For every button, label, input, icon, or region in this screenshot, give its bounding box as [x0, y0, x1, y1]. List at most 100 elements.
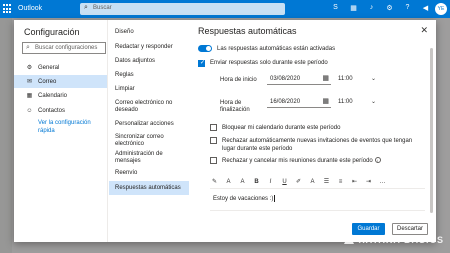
- pane-scrollbar[interactable]: [430, 48, 433, 213]
- search-icon: ⌕: [84, 4, 88, 11]
- submenu-item-layout[interactable]: Diseño: [109, 29, 189, 36]
- mail-icon: ✉: [26, 79, 33, 85]
- submenu-item-junk[interactable]: Correo electrónico no deseado: [109, 100, 181, 114]
- cancel-meetings-checkbox[interactable]: [210, 157, 217, 164]
- megaphone-icon[interactable]: ◀: [421, 4, 430, 12]
- font-color-icon[interactable]: A: [308, 179, 317, 185]
- auto-replies-toggle-label: Las respuestas automáticas están activad…: [217, 45, 336, 52]
- period-checkbox[interactable]: [198, 59, 205, 67]
- block-calendar-label: Bloquear mi calendario durante este perí…: [222, 125, 341, 131]
- settings-search-input[interactable]: ⌕ Buscar configuraciones: [22, 42, 106, 54]
- header-actions: S ▦ ♪ ⚙ ? ◀: [331, 4, 430, 12]
- numbering-icon[interactable]: ≡: [336, 179, 345, 185]
- app-header: Outlook ⌕ Buscar S ▦ ♪ ⚙ ? ◀ YE: [0, 0, 450, 18]
- submenu-item-sweep[interactable]: Limpiar: [109, 86, 189, 93]
- cancel-meetings-row: Rechazar y cancelar mis reuniones durant…: [210, 157, 427, 165]
- start-time-value: 11:00: [338, 76, 353, 82]
- nav-item-calendar[interactable]: ▦ Calendario: [14, 89, 107, 102]
- decrease-indent-icon[interactable]: ⇤: [350, 178, 359, 185]
- submenu-item-automatic-replies[interactable]: Respuestas automáticas: [109, 181, 189, 195]
- skype-icon[interactable]: S: [331, 4, 340, 12]
- watermark: XATAKA BASICS: [342, 234, 444, 246]
- auto-replies-toggle-row: Las respuestas automáticas están activad…: [198, 45, 335, 52]
- decline-invites-row: Rechazar automáticamente nuevas invitaci…: [210, 137, 427, 153]
- end-date-field[interactable]: 16/08/2020 ▦: [267, 96, 331, 108]
- underline-icon[interactable]: U: [280, 179, 289, 185]
- decline-invites-label: Rechazar automáticamente nuevas invitaci…: [222, 138, 413, 152]
- more-options-icon[interactable]: …: [378, 179, 387, 185]
- start-date-value: 03/08/2020: [270, 76, 301, 82]
- mail-submenu: Diseño Redactar y responder Datos adjunt…: [109, 20, 189, 242]
- text-caret: [274, 195, 276, 202]
- end-time-dropdown[interactable]: 11:00 ⌄: [336, 96, 376, 108]
- format-toolbar: ✎ A A B I U ✐ A ☰ ≡ ⇤ ⇥ …: [210, 175, 425, 189]
- submenu-item-sync[interactable]: Sincronizar correo electrónico: [109, 134, 179, 148]
- watermark-text: XATAKA BASICS: [358, 235, 444, 245]
- nav-item-mail[interactable]: ✉ Correo: [14, 75, 107, 88]
- font-size-icon[interactable]: A: [238, 179, 247, 185]
- people-icon: ☺: [26, 107, 33, 114]
- avatar[interactable]: YE: [435, 3, 447, 15]
- calendar-icon[interactable]: ▦: [322, 74, 329, 82]
- quick-settings-link[interactable]: Ver la configuración rápida: [38, 119, 104, 135]
- auto-replies-toggle[interactable]: [198, 45, 212, 52]
- increase-indent-icon[interactable]: ⇥: [364, 178, 373, 185]
- cancel-meetings-label: Rechazar y cancelar mis reuniones durant…: [222, 157, 427, 165]
- bell-icon[interactable]: ♪: [367, 4, 376, 12]
- info-icon[interactable]: i: [374, 157, 381, 163]
- nav-item-label: Calendario: [38, 92, 68, 99]
- end-time-value: 11:00: [338, 99, 353, 105]
- submenu-item-attachments[interactable]: Datos adjuntos: [109, 58, 189, 65]
- settings-nav: Configuración ⌕ Buscar configuraciones ⚙…: [14, 20, 108, 242]
- start-time-label: Hora de inicio: [220, 77, 257, 83]
- block-calendar-checkbox[interactable]: [210, 124, 217, 131]
- nav-item-contacts[interactable]: ☺ Contactos: [14, 104, 107, 117]
- nav-item-label: General: [38, 64, 60, 71]
- chevron-down-icon: ⌄: [370, 76, 376, 82]
- start-time-dropdown[interactable]: 11:00 ⌄: [336, 73, 376, 85]
- submenu-item-customize-actions[interactable]: Personalizar acciones: [109, 121, 189, 128]
- close-icon[interactable]: ✕: [420, 25, 428, 36]
- cancel-meetings-text: Rechazar y cancelar mis reuniones durant…: [222, 158, 373, 164]
- end-date-value: 16/08/2020: [270, 99, 301, 105]
- nav-item-label: Correo: [38, 78, 57, 85]
- calendar-icon: ▦: [26, 93, 33, 99]
- bullets-icon[interactable]: ☰: [322, 178, 331, 185]
- highlight-icon[interactable]: ✐: [294, 178, 303, 185]
- format-painter-icon[interactable]: ✎: [210, 178, 219, 185]
- submenu-item-forwarding[interactable]: Reenvío: [109, 170, 189, 177]
- calendar-icon[interactable]: ▦: [322, 97, 329, 105]
- settings-dialog: Configuración ⌕ Buscar configuraciones ⚙…: [14, 20, 436, 242]
- nav-item-label: Contactos: [38, 107, 66, 114]
- decline-invites-checkbox[interactable]: [210, 137, 217, 144]
- global-search-placeholder: Buscar: [93, 5, 112, 11]
- submenu-item-compose[interactable]: Redactar y responder: [109, 44, 189, 51]
- automatic-replies-pane: Respuestas automáticas ✕ Las respuestas …: [190, 20, 436, 242]
- period-checkbox-row: Enviar respuestas solo durante este perí…: [198, 59, 328, 67]
- nav-item-general[interactable]: ⚙ General: [14, 61, 107, 74]
- app-launcher-icon[interactable]: [3, 4, 13, 14]
- block-calendar-row: Bloquear mi calendario durante este perí…: [210, 124, 427, 132]
- italic-icon[interactable]: I: [266, 179, 275, 185]
- gear-icon[interactable]: ⚙: [385, 4, 394, 12]
- global-search-input[interactable]: ⌕ Buscar: [80, 3, 285, 15]
- font-icon[interactable]: A: [224, 179, 233, 185]
- message-text: Estoy de vacaciones :): [213, 196, 274, 203]
- settings-title: Configuración: [24, 27, 80, 37]
- help-icon[interactable]: ?: [403, 4, 412, 12]
- message-editor[interactable]: Estoy de vacaciones :): [210, 189, 425, 211]
- app-name[interactable]: Outlook: [18, 5, 42, 12]
- end-time-label: Hora de finalización: [220, 100, 250, 113]
- period-checkbox-label: Enviar respuestas solo durante este perí…: [210, 60, 328, 66]
- start-date-field[interactable]: 03/08/2020 ▦: [267, 73, 331, 85]
- pane-title: Respuestas automáticas: [198, 26, 297, 36]
- gear-icon: ⚙: [26, 65, 33, 71]
- chevron-down-icon: ⌄: [370, 99, 376, 105]
- submenu-item-rules[interactable]: Reglas: [109, 72, 189, 79]
- calendar-check-icon[interactable]: ▦: [349, 4, 358, 12]
- bold-icon[interactable]: B: [252, 179, 261, 185]
- watermark-logo-icon: [342, 234, 356, 246]
- search-icon: ⌕: [26, 44, 30, 51]
- submenu-item-message-handling[interactable]: Administración de mensajes: [109, 151, 179, 165]
- settings-search-placeholder: Buscar configuraciones: [35, 45, 98, 51]
